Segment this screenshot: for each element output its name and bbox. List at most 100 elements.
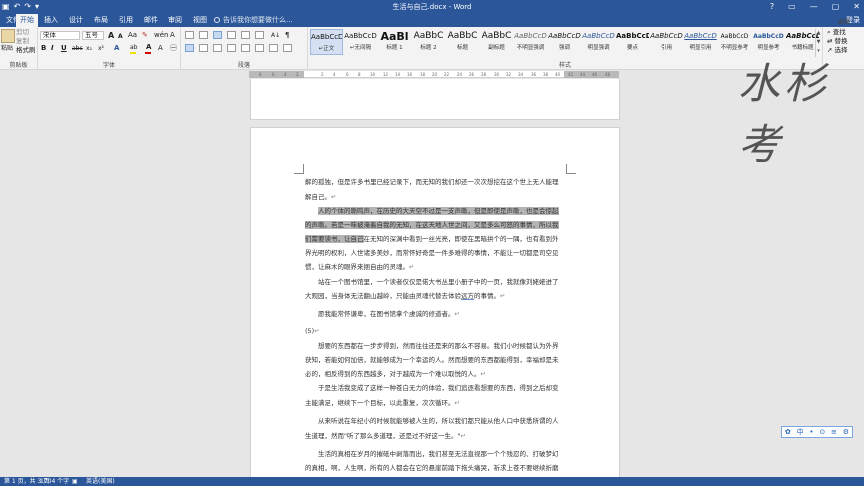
style-emphasis[interactable]: AaBbCcD 强调 [548, 29, 581, 55]
document-line[interactable]: 必的，相反得到的东西越多，对于越成为一个难以取悦的人。↵ [305, 370, 486, 379]
scroll-down-icon[interactable]: ▼ [816, 38, 821, 47]
document-line[interactable]: 获知，若能如何加倍，就能够成为一个幸运的人。然而想要的东西都能得到，幸福却是未 [305, 356, 559, 365]
style-quote[interactable]: AaBbCcD 引用 [650, 29, 683, 55]
font-size-box[interactable]: 五号 [82, 31, 104, 40]
document-line[interactable]: 大观园，当身体无法翻山越岭，只能由灵魂代替去体验远方的事情。↵ [305, 292, 505, 301]
document-line[interactable]: 生活的真相在岁月的摧砥中剥落而出，我们甚至无法直视那一个个残忍的、打破梦幻 [318, 450, 559, 459]
tab-design[interactable]: 设计 [65, 14, 87, 27]
find-button[interactable]: ⌕ 查找 [827, 28, 846, 37]
ime-keyboard-icon[interactable]: ≡ [831, 428, 837, 436]
document-line[interactable]: 人的个体的嘶鸣声，在历史的大天空不过是一支声嘶，但是即使是声嘶，也是会惊起 [318, 207, 559, 216]
document-line[interactable]: 解自己。↵ [305, 193, 336, 202]
document-line[interactable]: 惯，让麻木的眼界来捆自由的灵魂。↵ [305, 263, 414, 272]
document-page-1[interactable] [250, 79, 620, 120]
multilevel-list-icon[interactable] [213, 31, 222, 39]
phonetic-icon[interactable]: wén [154, 31, 168, 40]
status-language[interactable]: 英语(美国) [86, 477, 115, 486]
document-line[interactable]: 界光明的权利，人世诸多美妙，而常怀好奇是一件多难得的事情，不能让一切都是司空见 [305, 249, 559, 258]
document-line[interactable]: 想要的东西都在一步步得到，然而往往还是来的那么不容易。我们小时候都认为外界 [318, 342, 559, 351]
document-line[interactable]: 于是生活我变成了这样一种苍白无力的体验，我们追逐看想要的东西，得到之后却变 [318, 384, 559, 393]
change-case-button[interactable]: Aa [128, 31, 137, 40]
maximize-icon[interactable]: ▢ [832, 0, 840, 14]
style-subtitle[interactable]: AaBbC 副标题 [480, 29, 513, 55]
format-painter-button[interactable]: 格式刷 [16, 46, 36, 55]
style-subtle-emphasis[interactable]: AaBbCcD 不明显强调 [514, 29, 547, 55]
chinese-layout-icon[interactable] [255, 31, 264, 39]
style-no-spacing[interactable]: AaBbCcD ↵无间隔 [344, 29, 377, 55]
text-effects-button[interactable]: A [114, 44, 119, 53]
increase-indent-icon[interactable] [241, 31, 250, 39]
underline-button[interactable]: U [61, 44, 67, 53]
style-intense-emphasis[interactable]: AaBbCcD 明显强调 [582, 29, 615, 55]
enclose-char-icon[interactable]: ㊀ [170, 44, 177, 53]
align-left-icon[interactable] [185, 44, 194, 52]
shrink-font-button[interactable]: A [118, 32, 123, 41]
ime-punctuation-icon[interactable]: • [809, 428, 813, 436]
document-line[interactable]: (5)↵ [305, 327, 320, 336]
sort-button[interactable]: A↓ [271, 31, 280, 40]
paw-icon[interactable]: ✿ [785, 428, 791, 436]
line-spacing-icon[interactable] [255, 44, 264, 52]
justify-icon[interactable] [227, 44, 236, 52]
char-shading-icon[interactable]: A [158, 44, 163, 53]
tab-mailings[interactable]: 邮件 [140, 14, 162, 27]
ribbon-display-icon[interactable]: ▭ [788, 0, 796, 14]
document-line[interactable]: 生道理，然而"听了那么多道理，还是过不好这一生。"↵ [305, 432, 466, 441]
bullets-icon[interactable] [185, 31, 194, 39]
decrease-indent-icon[interactable] [227, 31, 236, 39]
style-title[interactable]: AaBbC 标题 [446, 29, 479, 55]
document-line[interactable]: 的真相，啊，人生啊，所有的人都会在它的悬崖前踏下拖头痛哭，祈求上苍不要继续折磨 [305, 464, 559, 473]
tab-view[interactable]: 视图 [189, 14, 211, 27]
font-name-box[interactable]: 宋体 [40, 31, 80, 40]
tab-insert[interactable]: 插入 [40, 14, 62, 27]
tab-layout[interactable]: 布局 [90, 14, 112, 27]
bold-button[interactable]: B [41, 44, 46, 53]
tell-me-box[interactable]: 告诉我你想要做什么... [214, 14, 293, 27]
document-line[interactable]: 们需要读书，让自己在无知的深渊中看到一丝光亮，即使在黑暗拱个的一隅，也有看到外 [305, 235, 559, 244]
style-intense-quote[interactable]: AaBbCcD 明显引用 [684, 29, 717, 55]
style-heading-2[interactable]: AaBbC 标题 2 [412, 29, 445, 55]
strikethrough-button[interactable]: abc [72, 44, 83, 53]
document-line[interactable]: 的声嘶。若是一味被淹着自我的无知，在这天地人世之间，又是多么可怒的事情，所以我 [305, 221, 559, 230]
italic-button[interactable]: I [51, 44, 54, 53]
close-icon[interactable]: ✕ [853, 0, 860, 14]
style-strong[interactable]: AaBbCcD 要点 [616, 29, 649, 55]
cut-button[interactable]: 剪切 [16, 28, 29, 37]
grow-font-button[interactable]: A [108, 31, 114, 40]
document-line[interactable]: 从来听说在年纪小的时候就能够被人生的，所以我们都只能从他人口中获悉所谓的人 [318, 417, 559, 426]
highlight-button[interactable]: ab [130, 43, 138, 52]
ime-settings-icon[interactable]: ⚙ [843, 428, 849, 436]
minimize-icon[interactable]: — [810, 0, 818, 14]
style-normal[interactable]: AaBbCcD ↵正文 [310, 29, 343, 55]
char-border-icon[interactable]: A [170, 31, 175, 40]
document-line[interactable]: 主能满足，继续下一个目标，以此重复，次次循环。↵ [305, 399, 460, 408]
clear-format-icon[interactable]: ✎ [142, 31, 148, 40]
status-words[interactable]: 1704 个字 [40, 477, 69, 486]
document-line[interactable]: 愿我能常怀谦卑，在图书馆拿个虔诚的修道者。↵ [318, 310, 460, 319]
ime-emoji-icon[interactable]: ⊙ [819, 428, 825, 436]
paste-button[interactable]: 粘贴 [1, 44, 13, 53]
align-center-icon[interactable] [199, 44, 208, 52]
replace-button[interactable]: ⇄ 替换 [827, 37, 848, 46]
numbering-icon[interactable] [199, 31, 208, 39]
scroll-up-icon[interactable]: ▲ [816, 29, 821, 38]
tab-references[interactable]: 引用 [115, 14, 137, 27]
font-color-button[interactable]: A [146, 43, 151, 52]
superscript-button[interactable]: x² [98, 44, 104, 53]
subscript-button[interactable]: x₂ [86, 44, 92, 53]
paste-icon[interactable] [1, 29, 15, 43]
align-right-icon[interactable] [213, 44, 222, 52]
borders-icon[interactable] [283, 44, 292, 52]
tab-home[interactable]: 开始 [16, 14, 38, 27]
ime-chinese-mode[interactable]: 中 [797, 427, 804, 437]
distributed-icon[interactable] [241, 44, 250, 52]
document-line[interactable]: 站在一个图书馆里，一个读者仅仅是偌大书丛里小册子中的一页，我就像刘姥姥进了 [318, 278, 559, 287]
style-heading-1[interactable]: AaBl 标题 1 [378, 29, 411, 55]
proofing-icon[interactable]: ▣ [72, 477, 78, 486]
show-marks-button[interactable]: ¶ [285, 31, 289, 40]
copy-button[interactable]: 复制 [16, 37, 29, 46]
help-icon[interactable]: ? [770, 0, 774, 14]
tab-review[interactable]: 审阅 [164, 14, 186, 27]
ime-toolbar[interactable]: ✿ 中 • ⊙ ≡ ⚙ [781, 426, 853, 438]
document-line[interactable]: 解的孤独，但是许多书里已经记录下，而无知的我们却还一次次想挖在这个世上无人能理 [305, 178, 559, 187]
